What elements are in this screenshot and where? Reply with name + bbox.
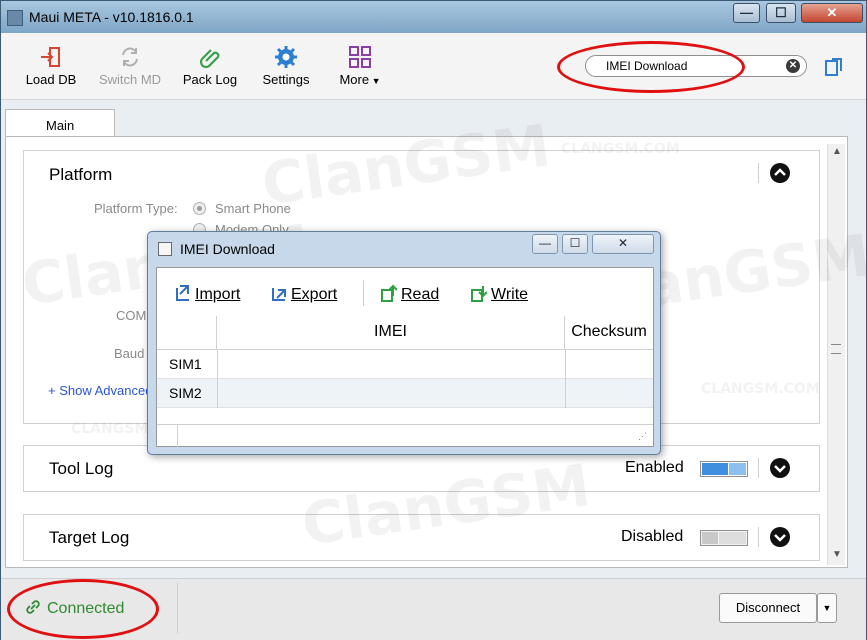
- panel-separator: [758, 163, 759, 183]
- imei-download-dialog: IMEI Download — ☐ ✕ Import Export Read W…: [147, 231, 661, 455]
- column-divider: [565, 379, 566, 408]
- import-icon: [176, 285, 189, 301]
- search-annotation-circle: [557, 41, 745, 93]
- read-label: Read: [401, 286, 440, 303]
- table-row[interactable]: SIM2: [157, 379, 653, 408]
- import-label: Import: [195, 286, 241, 303]
- clear-search-icon[interactable]: ✕: [786, 59, 800, 73]
- export-icon: [272, 288, 286, 301]
- vertical-scrollbar[interactable]: ▲ ▼: [827, 144, 845, 565]
- dialog-body: Import Export Read Write IMEI Checksum S…: [156, 267, 654, 447]
- checksum-column-header[interactable]: Checksum: [565, 316, 653, 350]
- export-button[interactable]: Export: [271, 284, 337, 304]
- write-button[interactable]: Write: [471, 284, 528, 304]
- target-log-title: Target Log: [49, 528, 130, 547]
- expand-target-log-button[interactable]: [770, 527, 790, 547]
- panel-separator: [758, 458, 759, 478]
- platform-title: Platform: [49, 165, 113, 184]
- smart-phone-radio[interactable]: [193, 202, 206, 215]
- chevron-down-icon: [774, 534, 786, 542]
- expand-tool-log-button[interactable]: [770, 458, 790, 478]
- chevron-up-icon: [774, 168, 786, 176]
- column-divider: [217, 350, 218, 379]
- tool-log-state: Enabled: [625, 459, 684, 476]
- load-db-label: Load DB: [25, 72, 77, 87]
- connected-annotation-circle: [7, 579, 159, 639]
- read-icon: [381, 284, 397, 302]
- write-label: Write: [491, 286, 529, 303]
- dialog-maximize-button[interactable]: ☐: [562, 234, 588, 254]
- minimize-button[interactable]: —: [733, 3, 760, 23]
- status-divider: [177, 425, 178, 447]
- column-divider: [565, 350, 566, 379]
- target-log-state: Disabled: [621, 528, 684, 545]
- dialog-minimize-button[interactable]: —: [532, 234, 558, 254]
- scroll-down-arrow-icon[interactable]: ▼: [832, 549, 842, 560]
- title-bar: Maui META - v10.1816.0.1 — ☐ ✕: [1, 1, 866, 33]
- more-label: More: [339, 72, 370, 87]
- column-divider: [217, 379, 218, 408]
- tab-main[interactable]: Main: [5, 109, 115, 137]
- toggle-knob: [729, 463, 746, 475]
- table-row[interactable]: SIM1: [157, 350, 653, 379]
- dialog-close-button[interactable]: ✕: [592, 234, 654, 254]
- row-label: SIM2: [169, 385, 202, 401]
- close-button[interactable]: ✕: [801, 3, 863, 23]
- gear-icon: [275, 46, 297, 68]
- grid-icon: [349, 46, 371, 68]
- paperclip-icon: [199, 49, 220, 69]
- settings-button[interactable]: Settings: [257, 45, 315, 87]
- disconnect-dropdown-button[interactable]: ▼: [817, 593, 837, 623]
- show-advanced-link[interactable]: + Show Advanced: [48, 383, 152, 398]
- dialog-toolbar-separator: [363, 280, 364, 306]
- load-db-button[interactable]: Load DB: [23, 45, 79, 87]
- pack-log-label: Pack Log: [182, 72, 238, 87]
- dialog-app-icon: [158, 242, 172, 256]
- more-button[interactable]: More ▼: [335, 45, 385, 87]
- export-label: Export: [291, 286, 338, 303]
- chevron-down-icon: ▼: [369, 76, 381, 86]
- switch-md-label: Switch MD: [98, 72, 162, 87]
- app-icon: [7, 10, 23, 26]
- main-window: ClanGSM ClanGSM ClanGSM ClanGSM CLANGSM.…: [0, 0, 867, 640]
- dialog-status-strip: ⋰: [157, 424, 653, 447]
- pack-log-button[interactable]: Pack Log: [179, 45, 241, 87]
- tool-log-title: Tool Log: [49, 459, 114, 478]
- switch-md-icon: [122, 47, 138, 67]
- load-db-icon: [41, 47, 60, 67]
- target-log-panel: Target Log Disabled: [23, 514, 820, 561]
- import-button[interactable]: Import: [175, 284, 240, 304]
- switch-md-button[interactable]: Switch MD: [97, 45, 163, 87]
- panel-separator: [758, 527, 759, 547]
- maximize-button[interactable]: ☐: [766, 3, 796, 23]
- dialog-title: IMEI Download: [180, 241, 275, 257]
- chevron-down-icon: ▼: [822, 603, 832, 613]
- write-icon: [471, 286, 487, 302]
- row-header-corner: [157, 316, 217, 350]
- toggle-track: [719, 532, 746, 544]
- resize-grip-icon[interactable]: ⋰: [638, 431, 647, 442]
- smart-phone-label: Smart Phone: [215, 201, 291, 216]
- toggle-fill: [702, 463, 728, 475]
- tool-log-toggle[interactable]: [700, 461, 748, 477]
- read-button[interactable]: Read: [381, 284, 439, 304]
- imei-column-header[interactable]: IMEI: [217, 316, 565, 350]
- scroll-up-arrow-icon[interactable]: ▲: [832, 146, 842, 157]
- row-label: SIM1: [169, 356, 202, 372]
- scrollbar-grip: [831, 344, 841, 354]
- settings-label: Settings: [262, 72, 310, 87]
- target-log-toggle[interactable]: [700, 530, 748, 546]
- disconnect-button[interactable]: Disconnect: [719, 593, 817, 623]
- toggle-knob: [702, 532, 718, 544]
- platform-type-label: Platform Type:: [94, 201, 178, 216]
- collapse-platform-button[interactable]: [770, 163, 790, 183]
- window-title: Maui META - v10.1816.0.1: [29, 9, 194, 25]
- chevron-down-icon: [774, 465, 786, 473]
- com-label: COM: [116, 308, 147, 323]
- export-window-icon[interactable]: [825, 57, 843, 77]
- status-separator: [177, 583, 178, 633]
